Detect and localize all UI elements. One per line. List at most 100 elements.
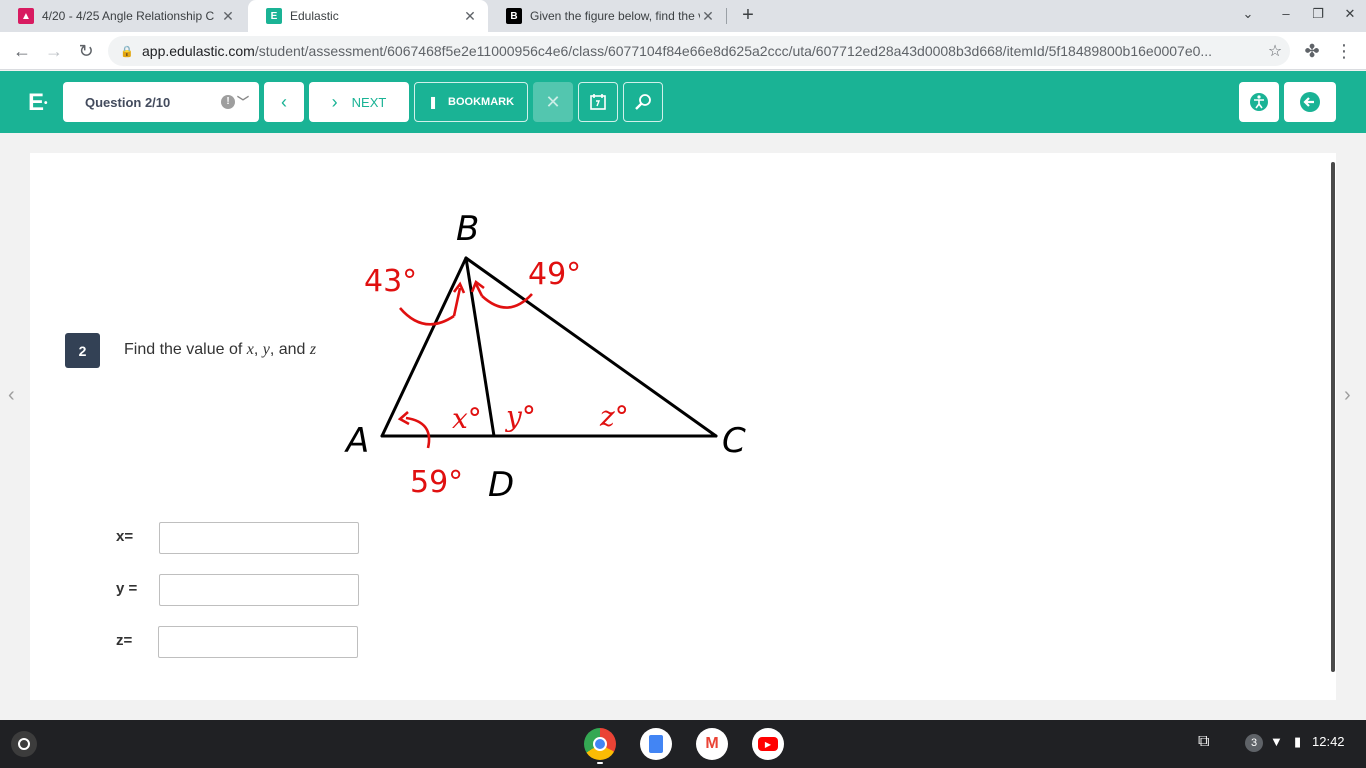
lock-icon: 🔒 (120, 45, 134, 58)
reload-icon[interactable]: ↻ (74, 39, 98, 63)
exit-icon (1300, 92, 1320, 112)
answer-input-x[interactable] (159, 522, 359, 554)
edulastic-logo: E• (28, 89, 48, 116)
angle-x-label: x° (452, 402, 482, 435)
restore-icon[interactable]: ❐ (1308, 6, 1328, 22)
youtube-glyph: ▶ (758, 737, 778, 751)
gmail-icon[interactable]: M (696, 728, 728, 760)
label-a: A (344, 421, 369, 461)
youtube-icon[interactable]: ▶ (752, 728, 784, 760)
separator: , and (269, 341, 310, 358)
bookmark-label: BOOKMARK (448, 96, 515, 108)
calendar-calc-icon (590, 94, 606, 110)
os-shelf (0, 720, 1366, 768)
classroom-icon: ▲ (18, 8, 34, 24)
arc-43 (399, 307, 455, 326)
question-prefix: Find the value of (124, 341, 247, 358)
extensions-icon[interactable]: ✤ (1300, 39, 1324, 63)
next-arrow-icon[interactable]: › (1344, 384, 1351, 407)
tab-separator (726, 8, 727, 24)
exit-button[interactable] (1284, 82, 1336, 122)
var-x: x (246, 341, 254, 358)
eliminate-answer-button[interactable]: ✕ (533, 82, 573, 122)
question-selector[interactable]: Question 2/10 ! ﹀ (63, 82, 259, 122)
chevron-right-icon: › (331, 91, 338, 112)
address-bar[interactable]: 🔒 app.edulastic.com /student/assessment/… (108, 36, 1290, 66)
brainly-icon: B (506, 8, 522, 24)
back-icon[interactable]: ← (10, 39, 34, 63)
zoom-button[interactable] (623, 82, 663, 122)
notification-count[interactable]: 3 (1245, 734, 1263, 752)
answer-label-x: x= (116, 528, 134, 545)
close-icon[interactable]: ✕ (700, 8, 716, 25)
segment-bc (464, 256, 718, 438)
answer-label-z: z= (116, 632, 133, 649)
separator: , (253, 341, 263, 358)
tab-edulastic[interactable]: E Edulastic ✕ (248, 0, 488, 32)
logo-text: E (28, 89, 45, 116)
angle-49-label: 49° (528, 257, 581, 292)
previous-button[interactable]: ‹ (264, 82, 304, 122)
answer-input-z[interactable] (158, 626, 358, 658)
angle-z-label: z° (599, 400, 629, 433)
close-icon[interactable]: ✕ (220, 8, 236, 25)
triangle-figure: B A C D 43° 49° 59° x° y° z° (344, 209, 746, 505)
arc-49 (481, 293, 533, 309)
holding-space-icon[interactable]: ⧉ (1198, 733, 1209, 751)
chrome-icon[interactable] (584, 728, 616, 760)
tab-strip: ▲ 4/20 - 4/25 Angle Relationship C ✕ E E… (0, 0, 1366, 32)
calculator-button[interactable] (578, 82, 618, 122)
bookmark-button[interactable]: ❚ BOOKMARK (414, 82, 528, 122)
arc-59 (405, 416, 431, 449)
scrollbar[interactable] (1331, 162, 1335, 672)
close-icon[interactable]: ✕ (462, 8, 478, 25)
docs-glyph (649, 735, 663, 753)
info-icon: ! (221, 95, 235, 109)
next-label: NEXT (351, 94, 387, 110)
url-host: app.edulastic.com (142, 43, 255, 59)
browser-toolbar: ← → ↻ 🔒 app.edulastic.com /student/asses… (0, 32, 1366, 70)
angle-43-label: 43° (364, 264, 417, 299)
active-app-indicator (597, 762, 603, 764)
chevron-left-icon: ‹ (281, 91, 287, 112)
search-icon (635, 94, 651, 110)
launcher-icon (18, 738, 30, 750)
tab-brainly[interactable]: B Given the figure below, find the v ✕ (488, 0, 726, 32)
label-b: B (456, 209, 479, 249)
tab-title: 4/20 - 4/25 Angle Relationship C (42, 9, 215, 23)
chrome-center (593, 737, 607, 751)
assessment-header: E• Question 2/10 ! ﹀ ‹ › NEXT ❚ BOOKMARK… (0, 71, 1366, 133)
var-y: y (262, 341, 270, 358)
edulastic-icon: E (266, 8, 282, 24)
bookmark-star-icon[interactable]: ☆ (1260, 41, 1290, 61)
next-button[interactable]: › NEXT (309, 82, 409, 122)
menu-icon[interactable]: ⋮ (1332, 39, 1356, 63)
minimize-icon[interactable]: – (1276, 6, 1296, 21)
answer-label-y: y = (116, 580, 138, 597)
angle-y-label: y° (504, 400, 536, 433)
tab-classroom[interactable]: ▲ 4/20 - 4/25 Angle Relationship C ✕ (0, 0, 246, 32)
label-c: C (722, 421, 746, 461)
launcher-button[interactable] (11, 731, 37, 757)
forward-icon[interactable]: → (42, 39, 66, 63)
new-tab-icon[interactable]: + (736, 4, 760, 28)
accessibility-icon (1250, 93, 1268, 111)
wifi-icon[interactable]: ▼ (1270, 734, 1283, 749)
angle-59-label: 59° (410, 465, 463, 500)
accessibility-button[interactable] (1239, 82, 1279, 122)
chevron-down-icon: ﹀ (236, 95, 249, 109)
bookmark-icon: ❚ (427, 95, 439, 109)
clock[interactable]: 12:42 (1312, 734, 1345, 749)
close-window-icon[interactable]: ✕ (1340, 6, 1360, 22)
close-icon: ✕ (545, 91, 561, 112)
previous-arrow-icon[interactable]: ‹ (8, 384, 15, 407)
question-text: Find the value of x, y, and z (124, 341, 316, 359)
tab-title: Given the figure below, find the v (530, 9, 700, 23)
answer-input-y[interactable] (159, 574, 359, 606)
var-z: z (309, 341, 317, 358)
question-selector-label: Question 2/10 (85, 94, 171, 110)
tab-search-icon[interactable]: ⌄ (1238, 6, 1258, 22)
url-path: /student/assessment/6067468f5e2e11000956… (254, 43, 1213, 59)
battery-icon[interactable]: ▮ (1294, 734, 1301, 750)
docs-icon[interactable] (640, 728, 672, 760)
